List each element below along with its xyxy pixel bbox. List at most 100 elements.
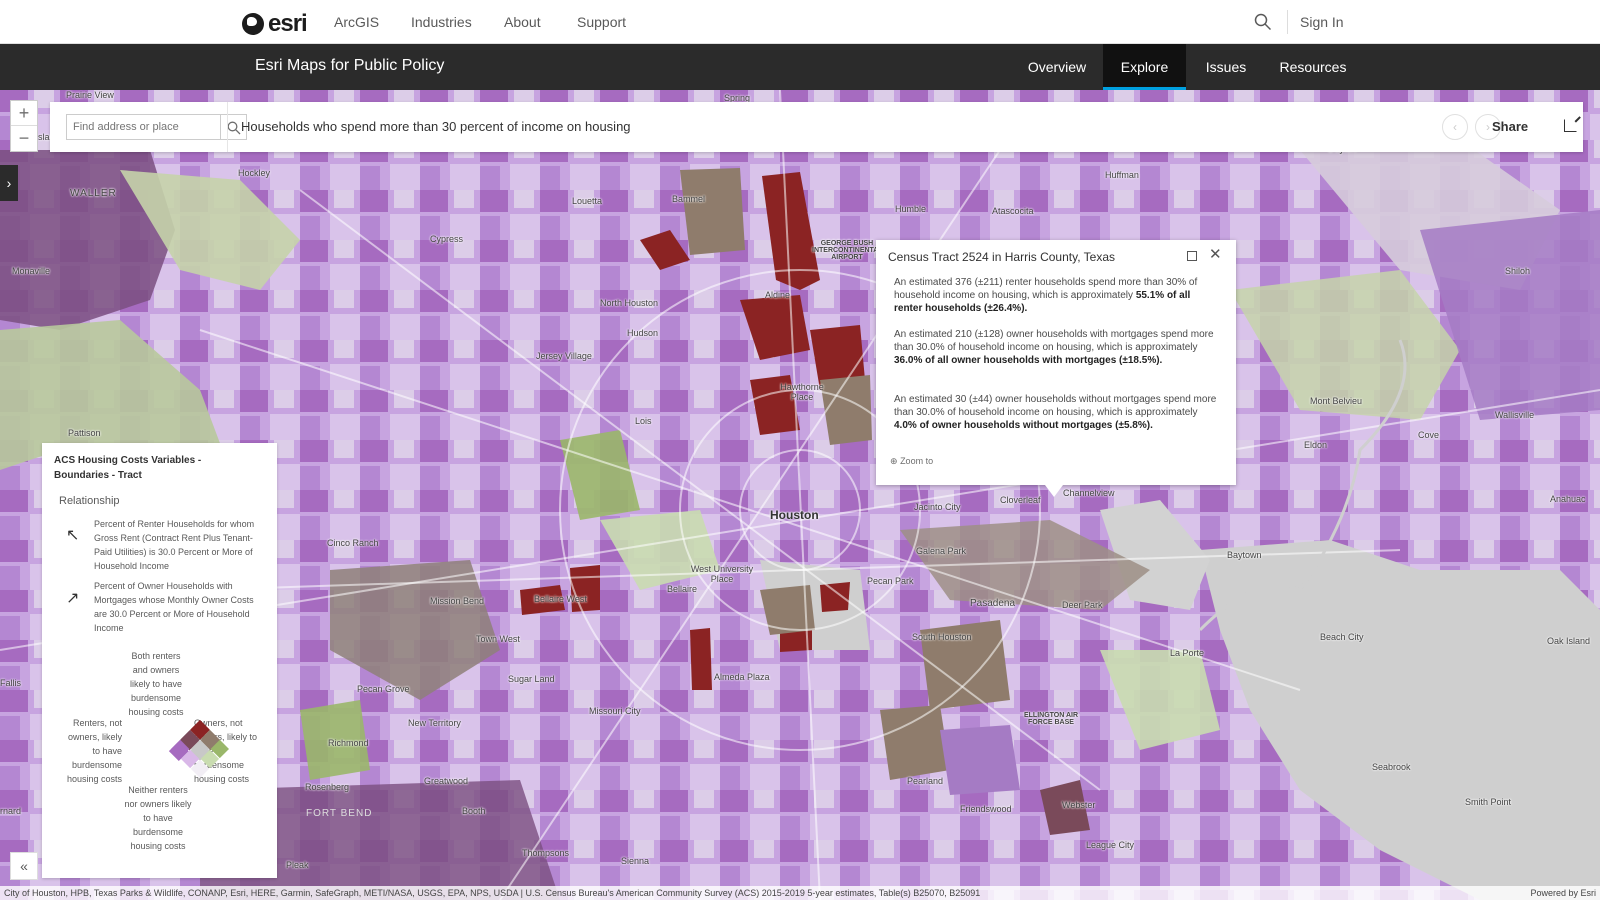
place-label: Rosenberg	[305, 782, 350, 792]
place-label: Eldon	[1304, 440, 1328, 450]
tab-overview[interactable]: Overview	[1015, 44, 1099, 90]
map-attribution: City of Houston, HPB, Texas Parks & Wild…	[0, 886, 1600, 900]
place-label: Missouri City	[589, 706, 641, 716]
search-input[interactable]	[66, 114, 221, 140]
popup-bold-text: (±5.8%).	[1112, 420, 1153, 431]
tab-resources[interactable]: Resources	[1266, 44, 1360, 90]
place-label: Cloverleaf	[1000, 495, 1041, 505]
place-label: West University Place	[690, 564, 754, 584]
place-label: Hudson	[627, 328, 659, 338]
esri-logo[interactable]: esri	[242, 10, 308, 38]
tab-issues[interactable]: Issues	[1190, 44, 1262, 90]
place-label: Hockley	[238, 168, 271, 178]
place-label: Louetta	[572, 196, 603, 206]
place-label: Monaville	[12, 266, 51, 276]
double-chevron-left-icon: «	[20, 858, 28, 874]
place-label: Oak Island	[1547, 636, 1591, 646]
popup-renter-paragraph: An estimated 376 (±211) renter household…	[894, 276, 1218, 315]
place-label: Smith Point	[1465, 797, 1512, 807]
feature-popup: Census Tract 2524 in Harris County, Texa…	[876, 240, 1236, 485]
place-label: rnard	[0, 806, 22, 816]
chevron-left-icon: ‹	[1453, 120, 1457, 134]
place-label: North Houston	[600, 298, 659, 308]
share-button[interactable]: Share	[1492, 119, 1528, 134]
powered-by-esri[interactable]: Powered by Esri	[1530, 886, 1596, 900]
search-icon	[227, 121, 241, 135]
previous-map-button[interactable]: ‹	[1442, 114, 1468, 140]
place-label: Thompsons	[522, 848, 570, 858]
search-icon[interactable]	[1254, 13, 1272, 31]
place-label-houston: Houston	[770, 508, 819, 522]
legend-subtitle: Relationship	[59, 495, 120, 507]
legend-left-label: Renters, not owners, likely to have burd…	[66, 718, 122, 784]
place-label: FORT BEND	[306, 808, 373, 819]
sign-in-link[interactable]: Sign In	[1300, 14, 1344, 30]
zoom-control: + −	[10, 100, 38, 152]
place-label: WALLER	[70, 188, 117, 199]
place-label: Lois	[635, 416, 652, 426]
esri-globe-icon	[242, 13, 264, 35]
legend-top-label: Both renters and owners likely to have b…	[128, 651, 184, 717]
place-label: Wallisville	[1495, 410, 1535, 420]
place-label: Pecan Park	[867, 576, 914, 586]
place-label: Pleak	[286, 860, 309, 870]
zoom-to-button[interactable]: ⊕ Zoom to	[890, 456, 933, 467]
collapse-legend-button[interactable]: «	[10, 852, 38, 880]
place-label: ELLINGTON AIR FORCE BASE	[1023, 712, 1079, 726]
esri-top-nav: esri ArcGIS Industries About Support Sig…	[0, 0, 1600, 44]
popup-pointer	[1045, 485, 1063, 497]
popup-text: An estimated 30 (±44) owner households w…	[894, 394, 1217, 418]
place-label: Mont Belvieu	[1310, 396, 1363, 406]
legend-title: ACS Housing Costs Variables - Boundaries…	[54, 455, 202, 481]
zoom-in-button[interactable]: +	[11, 101, 37, 126]
place-label: Almeda Plaza	[714, 672, 770, 682]
popup-owner-mortgage-paragraph: An estimated 210 (±128) owner households…	[894, 328, 1218, 367]
share-icon[interactable]	[1564, 119, 1577, 132]
tab-explore[interactable]: Explore	[1103, 44, 1186, 90]
expand-panel-button[interactable]: ›	[0, 165, 18, 201]
arrow-up-right-icon: ↗	[66, 590, 80, 607]
place-label: Channelview	[1063, 488, 1115, 498]
place-label: Prairie View	[66, 90, 114, 100]
place-label: Galena Park	[916, 546, 967, 556]
close-icon[interactable]: ✕	[1209, 245, 1222, 263]
place-label: Greatwood	[424, 776, 469, 786]
arrow-up-left-icon: ↖	[66, 527, 80, 544]
place-label: Bellaire	[667, 584, 698, 594]
place-label: Bellaire West	[534, 594, 587, 604]
legend-renter-description: Percent of Renter Households for whom Gr…	[94, 519, 255, 571]
place-label: Atascocita	[992, 206, 1034, 216]
map-title: Households who spend more than 30 percen…	[241, 119, 631, 134]
chevron-right-icon: ›	[6, 175, 12, 191]
zoom-to-label: Zoom to	[900, 456, 934, 466]
popup-title: Census Tract 2524 in Harris County, Texa…	[888, 250, 1115, 264]
place-label: Pecan Grove	[357, 684, 410, 694]
legend-bivariate-diamond	[168, 720, 229, 778]
attribution-text: City of Houston, HPB, Texas Parks & Wild…	[4, 888, 981, 898]
place-label: Hawthorne Place	[780, 382, 824, 402]
site-title[interactable]: Esri Maps for Public Policy	[255, 57, 444, 75]
popup-owner-no-mortgage-paragraph: An estimated 30 (±44) owner households w…	[894, 393, 1218, 432]
nav-arcgis[interactable]: ArcGIS	[334, 14, 379, 30]
popup-bold-text: 4.0% of owner households without mortgag…	[894, 420, 1113, 431]
place-label: Pearland	[907, 776, 944, 786]
place-label: Webster	[1062, 800, 1096, 810]
zoom-out-button[interactable]: −	[11, 126, 37, 151]
place-label: Deer Park	[1062, 600, 1103, 610]
legend-panel: ACS Housing Costs Variables - Boundaries…	[42, 443, 277, 878]
legend-bottom-label: Neither renters nor owners likely to hav…	[124, 785, 192, 851]
place-label: Fallis	[0, 678, 22, 688]
map-header-bar: Households who spend more than 30 percen…	[50, 102, 1583, 152]
place-label: Beach City	[1320, 632, 1364, 642]
legend-owner-description: Percent of Owner Households with Mortgag…	[94, 581, 254, 633]
nav-support[interactable]: Support	[577, 14, 626, 30]
place-label: Aldine	[765, 290, 791, 300]
place-label: Town West	[476, 634, 520, 644]
place-label: Cinco Ranch	[327, 538, 379, 548]
header-divider	[227, 102, 228, 152]
nav-about[interactable]: About	[504, 14, 541, 30]
place-label: Booth	[462, 806, 486, 816]
dock-icon[interactable]	[1187, 251, 1197, 261]
place-label: Jersey Village	[536, 351, 592, 361]
nav-industries[interactable]: Industries	[411, 14, 472, 30]
